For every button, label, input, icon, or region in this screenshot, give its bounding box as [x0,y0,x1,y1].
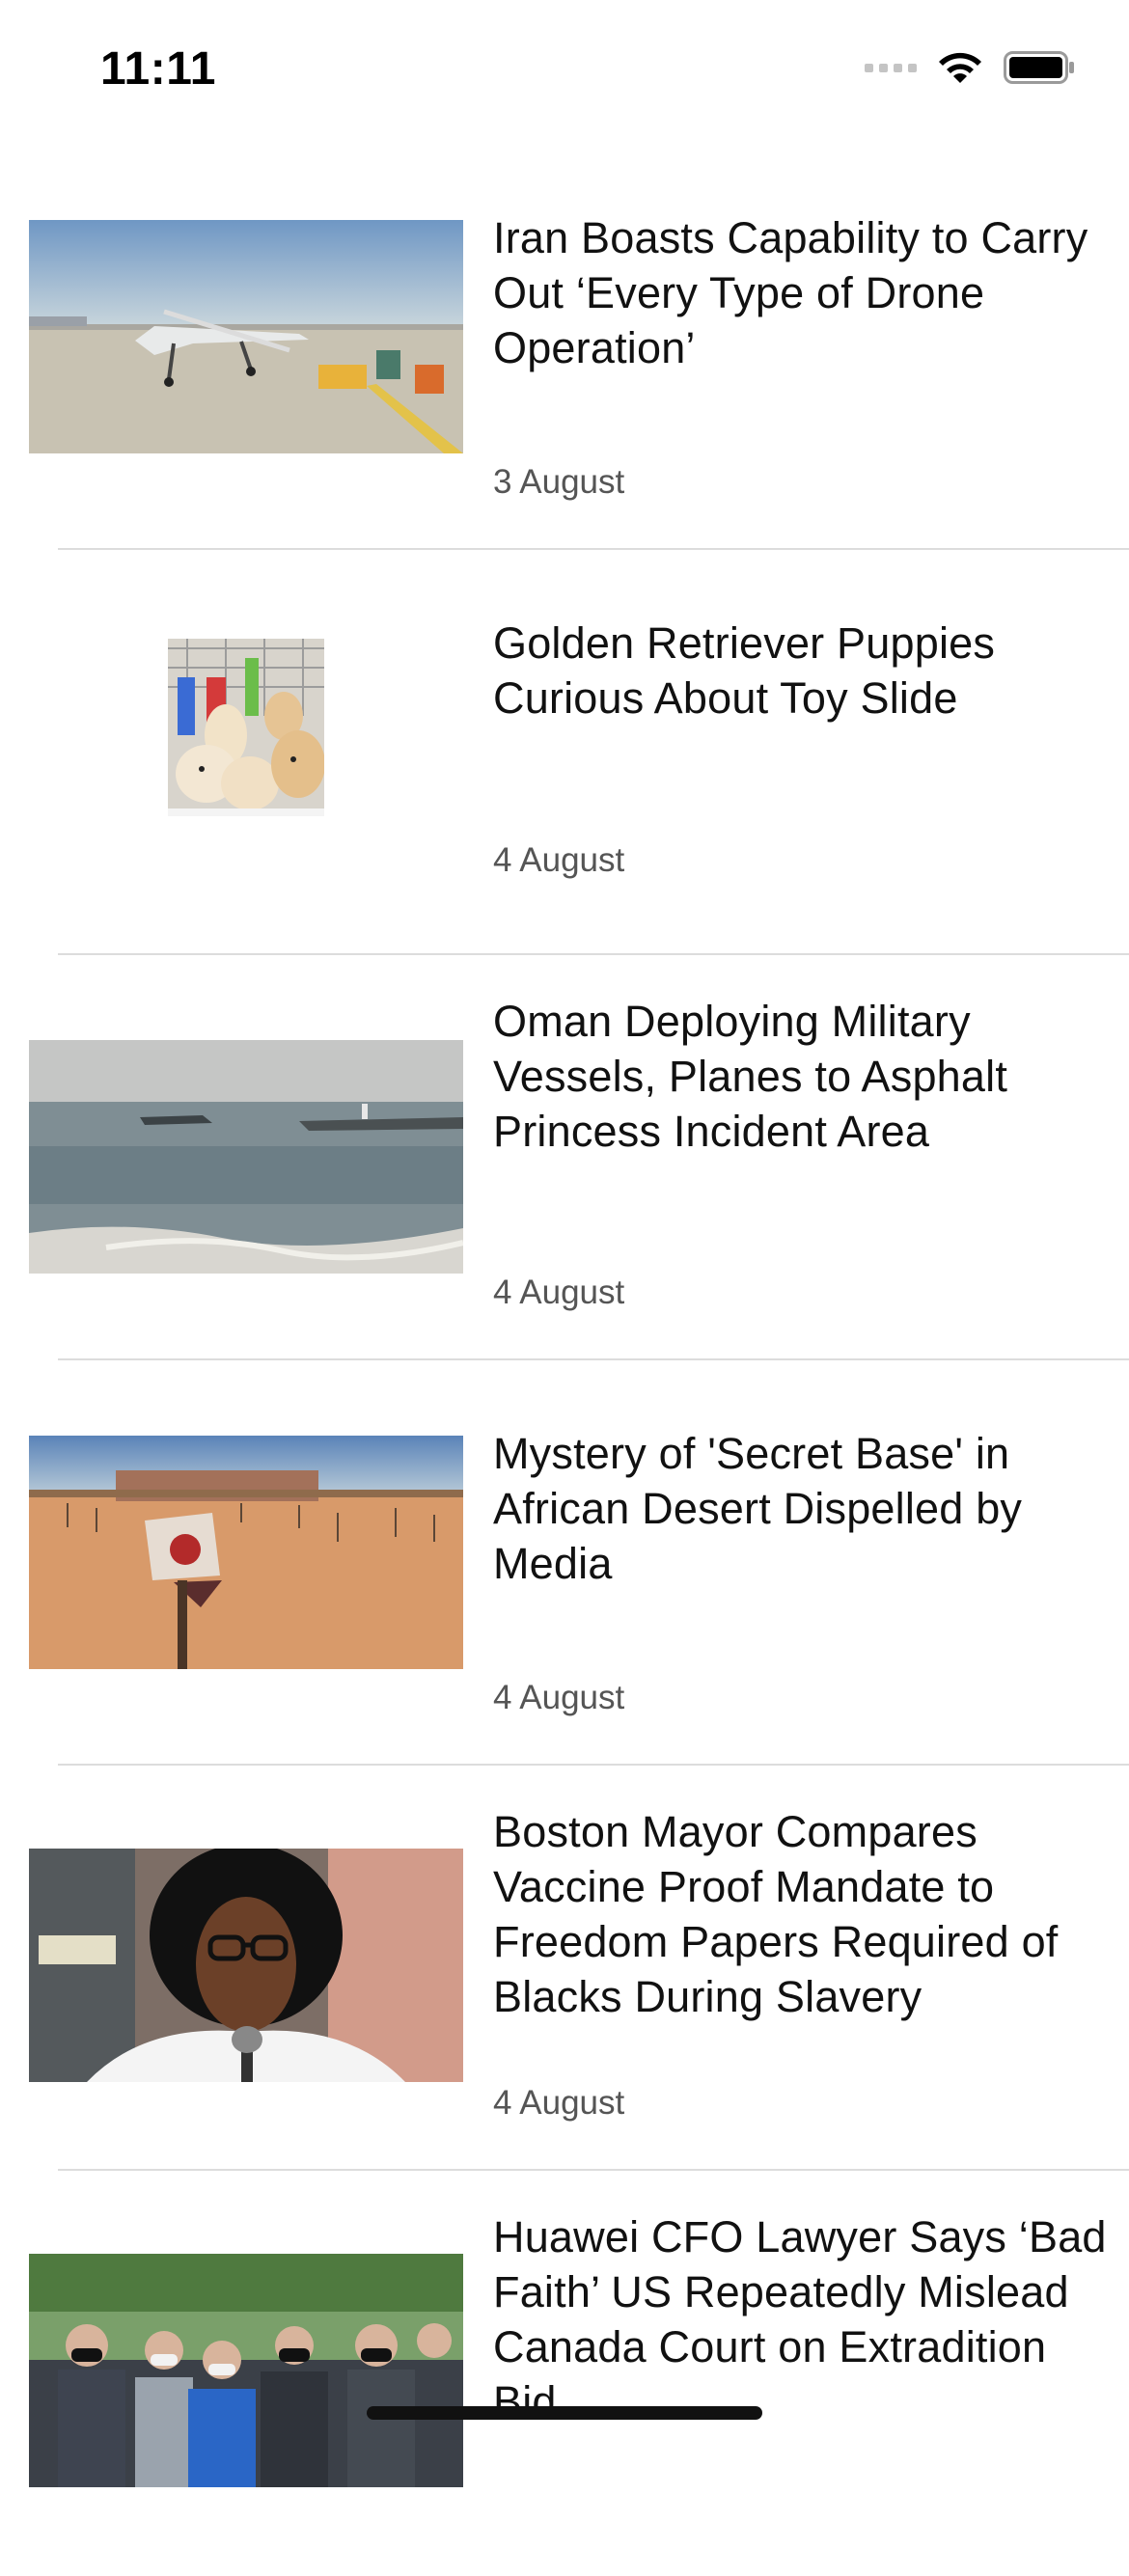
drone-photo [29,220,463,453]
news-item[interactable]: Oman Deploying Military Vessels, Planes … [0,955,1129,1360]
thumbnail-frame [29,1849,463,2082]
news-item[interactable]: Huawei CFO Lawyer Says ‘Bad Faith’ US Re… [0,2171,1129,2576]
status-icons [865,50,1075,85]
article-date: 3 August [493,463,625,501]
news-item[interactable]: Iran Boasts Capability to Carry Out ‘Eve… [0,145,1129,550]
article-headline[interactable]: Huawei CFO Lawyer Says ‘Bad Faith’ US Re… [493,2209,1111,2429]
thumbnail-frame [29,220,463,453]
puppies-photo [168,639,324,816]
article-headline[interactable]: Oman Deploying Military Vessels, Planes … [493,994,1111,1159]
cellular-signal-icon [865,63,917,72]
article-headline[interactable]: Mystery of 'Secret Base' in African Dese… [493,1426,1111,1591]
sea-photo [29,1040,463,1274]
news-item[interactable]: Mystery of 'Secret Base' in African Dese… [0,1360,1129,1766]
home-indicator[interactable] [367,2406,762,2420]
thumbnail-frame [29,1436,463,1669]
thumbnail-frame [29,1040,463,1274]
article-headline[interactable]: Iran Boasts Capability to Carry Out ‘Eve… [493,210,1111,375]
status-time: 11:11 [100,43,216,95]
crowd-photo [29,2254,463,2487]
article-date: 4 August [493,2084,625,2122]
news-item[interactable]: Boston Mayor Compares Vaccine Proof Mand… [0,1766,1129,2171]
article-headline[interactable]: Golden Retriever Puppies Curious About T… [493,616,1111,726]
mayor-photo [29,1849,463,2082]
wifi-icon [936,50,984,85]
article-date: 4 August [493,1679,625,1716]
battery-icon [1004,51,1075,84]
article-date: 4 August [493,1274,625,1311]
status-bar: 11:11 [0,0,1129,145]
news-feed: Iran Boasts Capability to Carry Out ‘Eve… [0,145,1129,2576]
thumbnail-frame [29,639,463,816]
desert-photo [29,1436,463,1669]
article-headline[interactable]: Boston Mayor Compares Vaccine Proof Mand… [493,1804,1111,2024]
article-date: 4 August [493,841,625,879]
news-item[interactable]: Golden Retriever Puppies Curious About T… [0,550,1129,955]
thumbnail-frame [29,2254,463,2487]
